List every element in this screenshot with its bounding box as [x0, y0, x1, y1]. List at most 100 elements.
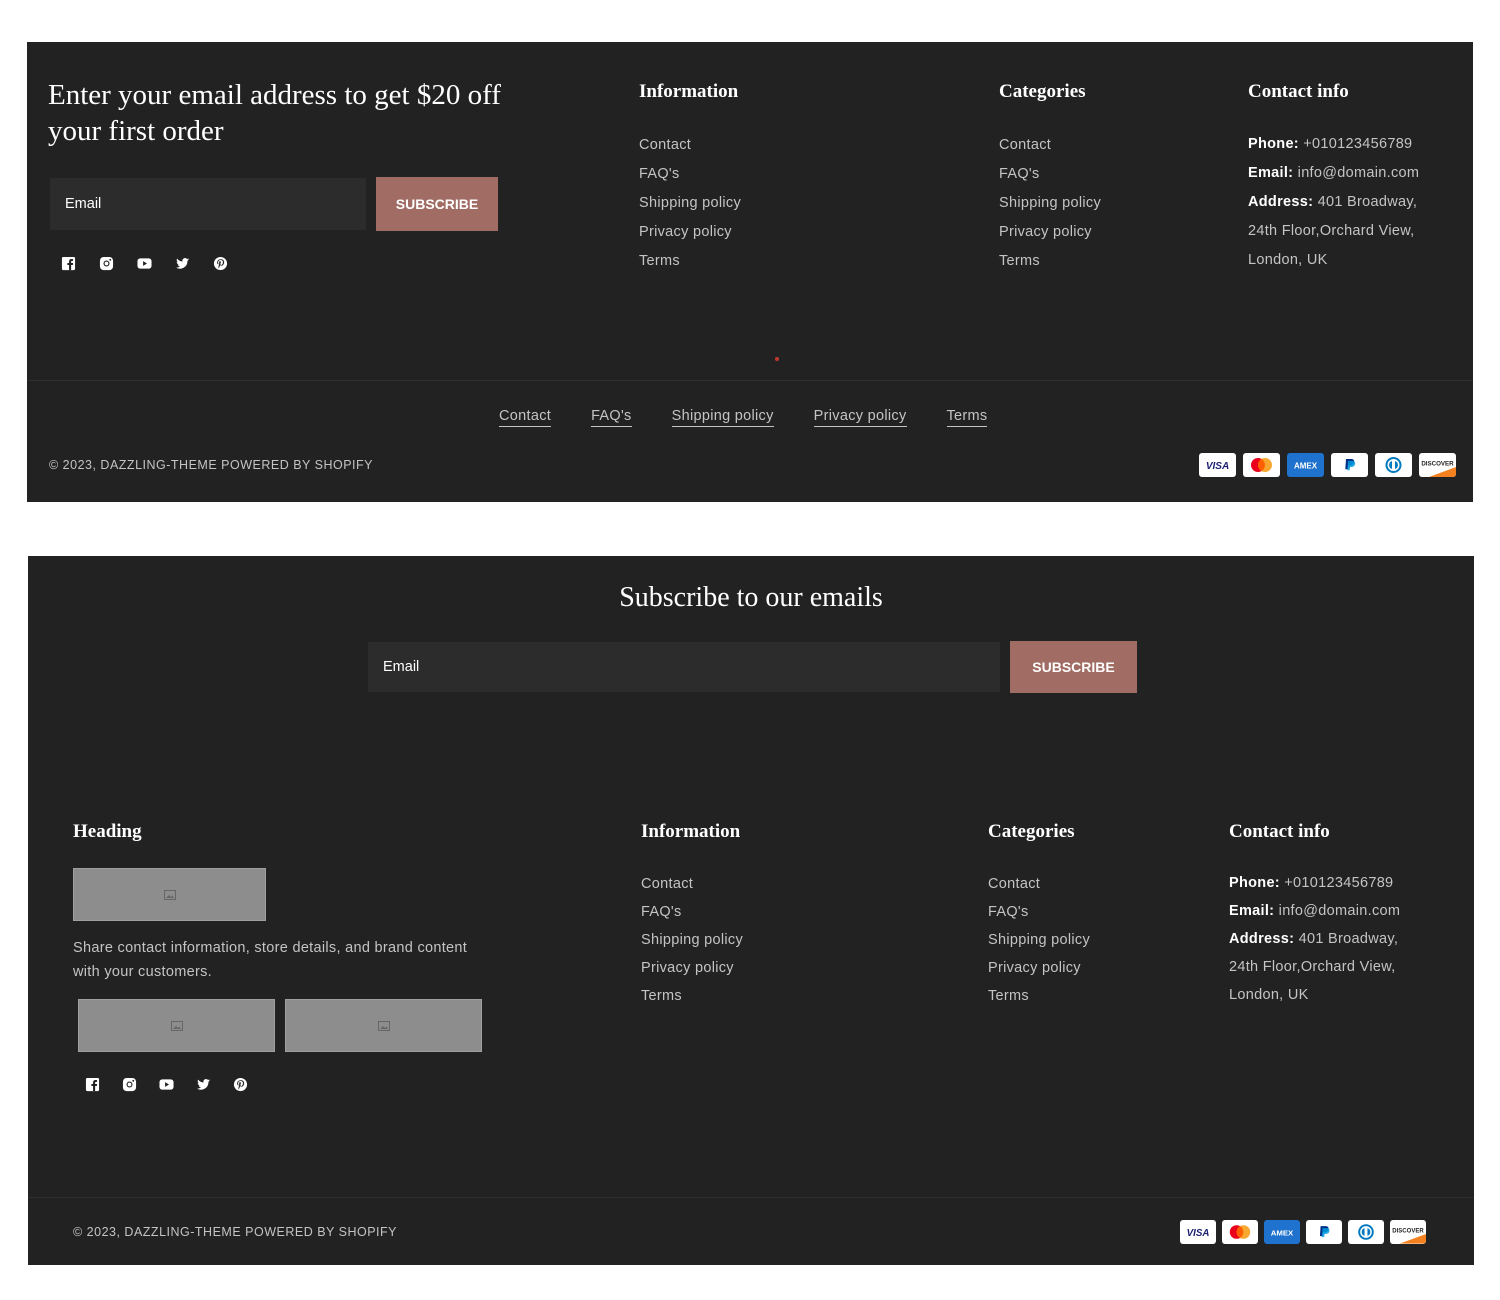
- phone-value: +010123456789: [1303, 136, 1413, 152]
- bottom-link-privacy[interactable]: Privacy policy: [813, 408, 907, 427]
- visa-icon: VISA: [1180, 1220, 1216, 1244]
- youtube-icon[interactable]: [158, 1076, 174, 1092]
- email-value: info@domain.com: [1297, 165, 1420, 181]
- information-link-privacy[interactable]: Privacy policy: [639, 218, 741, 247]
- about-heading: Heading: [73, 821, 142, 842]
- categories-link-shipping[interactable]: Shipping policy: [999, 189, 1101, 218]
- mastercard-icon: [1243, 453, 1280, 477]
- information-links: Contact FAQ's Shipping policy Privacy po…: [639, 131, 741, 276]
- twitter-icon[interactable]: [174, 255, 190, 271]
- email-value: info@domain.com: [1278, 903, 1401, 919]
- contact-phone: Phone: +010123456789: [1229, 869, 1439, 897]
- svg-text:VISA: VISA: [1187, 1228, 1210, 1239]
- copyright: © 2023, DAZZLING-THEME POWERED BY SHOPIF…: [49, 458, 373, 472]
- categories-heading: Categories: [999, 81, 1086, 102]
- visa-icon: VISA: [1199, 453, 1236, 477]
- mastercard-icon: [1222, 1220, 1258, 1244]
- categories-link-faqs[interactable]: FAQ's: [999, 160, 1101, 189]
- categories-link-privacy[interactable]: Privacy policy: [999, 218, 1101, 247]
- contact-address: Address: 401 Broadway,: [1248, 188, 1458, 217]
- information-link-terms[interactable]: Terms: [641, 982, 743, 1010]
- bottom-link-terms[interactable]: Terms: [946, 408, 988, 427]
- information-link-faqs[interactable]: FAQ's: [641, 898, 743, 926]
- placeholder-image-2: [285, 999, 482, 1052]
- placeholder-image-1: [78, 999, 275, 1052]
- amex-icon: AMEX: [1287, 453, 1324, 477]
- bottom-nav: Contact FAQ's Shipping policy Privacy po…: [499, 408, 1027, 427]
- information-link-contact[interactable]: Contact: [641, 870, 743, 898]
- svg-text:VISA: VISA: [1206, 461, 1229, 472]
- instagram-icon[interactable]: [98, 255, 114, 271]
- email-label: Email:: [1248, 165, 1294, 181]
- footer-secondary: Subscribe to our emails Email SUBSCRIBE …: [28, 556, 1474, 1265]
- email-label: Email:: [1229, 903, 1275, 919]
- phone-label: Phone:: [1229, 875, 1280, 891]
- svg-text:DISCOVER: DISCOVER: [1392, 1228, 1424, 1234]
- footer-divider: [27, 380, 1473, 381]
- social-links: [60, 255, 250, 271]
- information-link-contact[interactable]: Contact: [639, 131, 741, 160]
- address-line-1: 401 Broadway,: [1317, 194, 1418, 210]
- youtube-icon[interactable]: [136, 255, 152, 271]
- contact-email: Email: info@domain.com: [1248, 159, 1458, 188]
- phone-value: +010123456789: [1284, 875, 1394, 891]
- information-link-shipping[interactable]: Shipping policy: [641, 926, 743, 954]
- email-input[interactable]: Email: [50, 178, 366, 230]
- contact-heading: Contact info: [1248, 81, 1349, 102]
- image-icon: [377, 1020, 390, 1031]
- discover-icon: DISCOVER: [1419, 453, 1456, 477]
- amex-icon: AMEX: [1264, 1220, 1300, 1244]
- categories-link-privacy[interactable]: Privacy policy: [988, 954, 1090, 982]
- indicator-dot: [775, 357, 779, 361]
- social-links: [84, 1076, 270, 1092]
- svg-text:DISCOVER: DISCOVER: [1421, 461, 1454, 468]
- pinterest-icon[interactable]: [212, 255, 228, 271]
- subscribe-button[interactable]: SUBSCRIBE: [1010, 641, 1137, 693]
- facebook-icon[interactable]: [84, 1076, 100, 1092]
- about-text-line-2: with your customers.: [73, 964, 212, 980]
- subscribe-button[interactable]: SUBSCRIBE: [376, 177, 498, 231]
- information-heading: Information: [641, 821, 741, 842]
- bottom-link-faqs[interactable]: FAQ's: [591, 408, 632, 427]
- image-icon: [170, 1020, 183, 1031]
- promo-heading: Enter your email address to get $20 off …: [48, 79, 501, 147]
- instagram-icon[interactable]: [121, 1076, 137, 1092]
- facebook-icon[interactable]: [60, 255, 76, 271]
- address-line-3: London, UK: [1229, 987, 1309, 1003]
- subscribe-heading: Subscribe to our emails: [619, 582, 883, 613]
- image-icon: [163, 889, 176, 900]
- svg-text:AMEX: AMEX: [1294, 462, 1318, 471]
- discover-icon: DISCOVER: [1390, 1220, 1426, 1244]
- pinterest-icon[interactable]: [232, 1076, 248, 1092]
- categories-links: Contact FAQ's Shipping policy Privacy po…: [988, 870, 1090, 1010]
- email-input[interactable]: Email: [368, 642, 1000, 692]
- information-heading: Information: [639, 81, 739, 102]
- categories-link-faqs[interactable]: FAQ's: [988, 898, 1090, 926]
- information-link-faqs[interactable]: FAQ's: [639, 160, 741, 189]
- contact-details: Phone: +010123456789 Email: info@domain.…: [1229, 869, 1439, 1009]
- categories-links: Contact FAQ's Shipping policy Privacy po…: [999, 131, 1101, 276]
- information-link-terms[interactable]: Terms: [639, 247, 741, 276]
- bottom-link-contact[interactable]: Contact: [499, 408, 552, 427]
- about-text: Share contact information, store details…: [73, 936, 503, 984]
- paypal-icon: [1331, 453, 1368, 477]
- address-line-2: 24th Floor,Orchard View,: [1229, 959, 1396, 975]
- information-link-shipping[interactable]: Shipping policy: [639, 189, 741, 218]
- categories-link-shipping[interactable]: Shipping policy: [988, 926, 1090, 954]
- bottom-link-shipping[interactable]: Shipping policy: [671, 408, 774, 427]
- payment-icons: VISA AMEX DISCOVER: [1174, 1220, 1426, 1244]
- footer-primary: Enter your email address to get $20 off …: [27, 42, 1473, 502]
- contact-heading: Contact info: [1229, 821, 1330, 842]
- contact-phone: Phone: +010123456789: [1248, 130, 1458, 159]
- information-link-privacy[interactable]: Privacy policy: [641, 954, 743, 982]
- categories-link-contact[interactable]: Contact: [999, 131, 1101, 160]
- categories-link-terms[interactable]: Terms: [999, 247, 1101, 276]
- address-label: Address:: [1229, 931, 1295, 947]
- about-text-line-1: Share contact information, store details…: [73, 940, 468, 956]
- address-label: Address:: [1248, 194, 1314, 210]
- twitter-icon[interactable]: [195, 1076, 211, 1092]
- categories-link-terms[interactable]: Terms: [988, 982, 1090, 1010]
- categories-heading: Categories: [988, 821, 1075, 842]
- svg-text:AMEX: AMEX: [1271, 1228, 1294, 1237]
- categories-link-contact[interactable]: Contact: [988, 870, 1090, 898]
